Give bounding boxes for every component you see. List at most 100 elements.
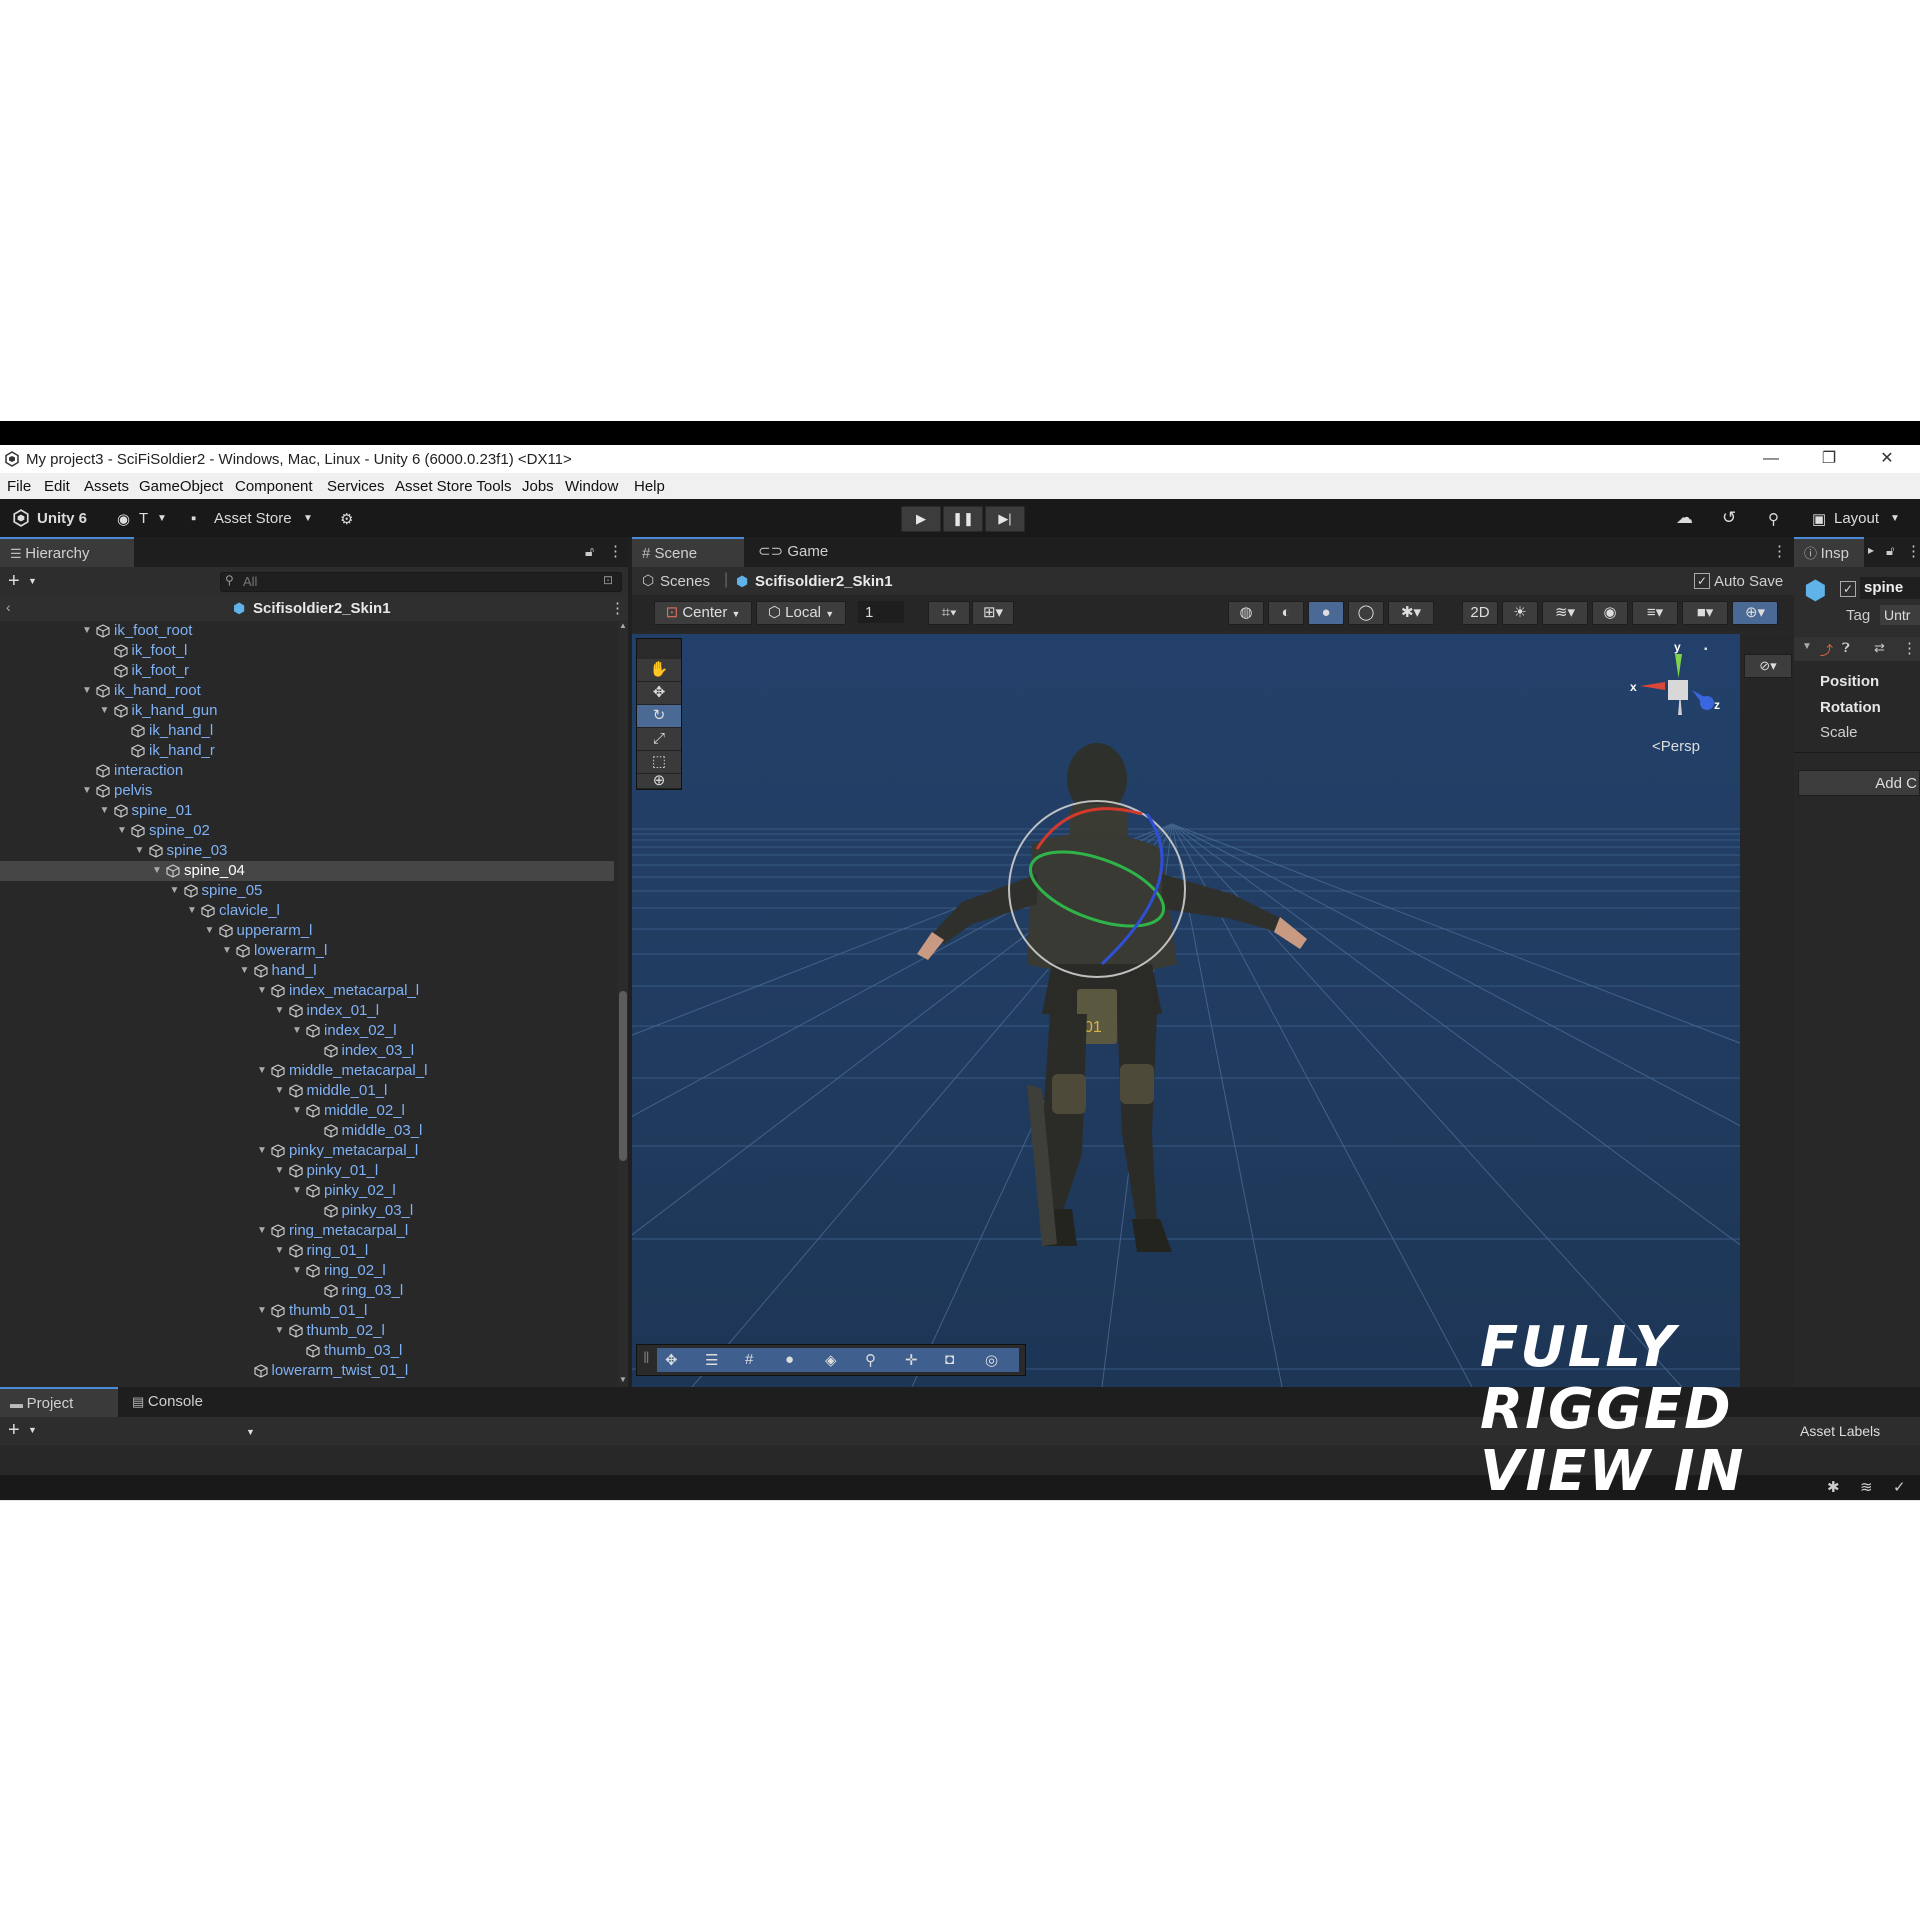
preset-icon[interactable]: ⇄ [1874, 640, 1885, 656]
hierarchy-row[interactable]: ▼ thumb_01_l [0, 1301, 614, 1321]
rect-tool-button[interactable]: ⬚ [637, 751, 681, 774]
step-button[interactable]: ▶| [985, 506, 1025, 532]
menu-component[interactable]: Component [235, 478, 313, 495]
expand-arrow-icon[interactable]: ▼ [275, 1161, 285, 1181]
restore-button[interactable]: ❐ [1806, 447, 1852, 471]
rotate-tool-button[interactable]: ↻ [637, 705, 681, 728]
hierarchy-row[interactable]: ▼ index_01_l [0, 1001, 614, 1021]
orientation-gizmo[interactable]: y x z ▪ <Persp [1622, 640, 1732, 760]
increment-snap-button[interactable]: ⊞▾ [972, 601, 1014, 625]
add-component-button[interactable]: Add C [1798, 770, 1920, 796]
lit-button[interactable]: ◯ [1348, 601, 1384, 625]
back-arrow-icon[interactable]: ‹ [6, 599, 11, 615]
camera-icon[interactable]: ◘ [945, 1351, 954, 1368]
pivot-rotation-dropdown[interactable]: ⬡ Local ▼ [756, 601, 846, 625]
hierarchy-row[interactable]: ▼ spine_02 [0, 821, 614, 841]
hierarchy-row[interactable]: ▼ pinky_01_l [0, 1161, 614, 1181]
expand-arrow-icon[interactable]: ▼ [187, 901, 197, 921]
expand-arrow-icon[interactable]: ▼ [257, 981, 267, 1001]
object-name-field[interactable]: spine [1860, 577, 1920, 599]
drag-handle-icon[interactable]: ‖ [643, 1350, 650, 1368]
menu-edit[interactable]: Edit [44, 478, 70, 495]
menu-services[interactable]: Services [327, 478, 385, 495]
hierarchy-row[interactable]: ▼ clavicle_l [0, 901, 614, 921]
more-menu-icon[interactable]: ⋮ [1772, 542, 1787, 560]
expand-arrow-icon[interactable]: ▼ [257, 1141, 267, 1161]
hierarchy-row[interactable]: ▼ ring_metacarpal_l [0, 1221, 614, 1241]
tab-inspector[interactable]: ⓘ Insp [1794, 537, 1864, 567]
grid-icon[interactable]: # [745, 1351, 753, 1368]
pivot-icon[interactable]: ✛ [905, 1351, 918, 1369]
cloud-icon[interactable]: ☁ [1676, 508, 1693, 528]
hierarchy-row[interactable]: middle_03_l [0, 1121, 614, 1141]
menu-jobs[interactable]: Jobs [522, 478, 554, 495]
sphere-icon[interactable]: ● [785, 1351, 794, 1368]
layers-button[interactable]: ≡▾ [1632, 601, 1678, 625]
debug-draw-button[interactable]: ✱▾ [1388, 601, 1434, 625]
add-icon[interactable]: + [8, 570, 20, 593]
shaded-wire-button[interactable]: ◐ [1268, 601, 1304, 625]
tab-scene[interactable]: # Scene [632, 537, 744, 567]
chevron-down-icon[interactable]: ▼ [1890, 513, 1900, 524]
more-menu-icon[interactable]: ⋮ [1906, 542, 1920, 560]
expand-arrow-icon[interactable]: ▼ [292, 1101, 302, 1121]
shaded-button[interactable]: ● [1308, 601, 1344, 625]
move-icon[interactable]: ✥ [665, 1351, 678, 1369]
scene-view-options-button[interactable]: ⊘▾ [1744, 654, 1792, 678]
hierarchy-row[interactable]: ▼ hand_l [0, 961, 614, 981]
chevron-down-icon[interactable]: ▼ [28, 1425, 37, 1435]
hierarchy-row[interactable]: pinky_03_l [0, 1201, 614, 1221]
menu-file[interactable]: File [7, 478, 31, 495]
hand-tool-button[interactable]: ✋ [637, 659, 681, 682]
hierarchy-row[interactable]: ▼ ring_02_l [0, 1261, 614, 1281]
hierarchy-row[interactable]: thumb_03_l [0, 1341, 614, 1361]
expand-arrow-icon[interactable]: ▼ [292, 1021, 302, 1041]
expand-arrow-icon[interactable]: ▼ [275, 1241, 285, 1261]
tab-console[interactable]: ▤ Console [122, 1387, 232, 1417]
breadcrumb-object[interactable]: Scifisoldier2_Skin1 [755, 573, 893, 590]
expand-arrow-icon[interactable]: ▼ [100, 701, 110, 721]
play-button[interactable]: ▶ [901, 506, 941, 532]
hierarchy-row[interactable]: ▼ pelvis [0, 781, 614, 801]
hierarchy-row[interactable]: ▼ index_02_l [0, 1021, 614, 1041]
more-menu-icon[interactable]: ⋮ [610, 599, 625, 617]
transform-tool-button[interactable]: ⊕ [637, 773, 681, 789]
chevron-down-icon[interactable]: ▼ [1802, 641, 1812, 652]
hierarchy-row[interactable]: ▼ lowerarm_l [0, 941, 614, 961]
hierarchy-row[interactable]: ▼ spine_01 [0, 801, 614, 821]
lighting-toggle-button[interactable]: ☀ [1502, 601, 1538, 625]
hierarchy-row[interactable]: index_03_l [0, 1041, 614, 1061]
layers-icon[interactable]: ◈ [825, 1351, 837, 1369]
add-icon[interactable]: + [8, 1419, 20, 1442]
unity-version-label[interactable]: Unity 6 [37, 510, 87, 527]
grid-snap-button[interactable]: ⌗▾ [928, 601, 970, 625]
lock-icon[interactable]: 🔓︎ [585, 543, 594, 560]
scroll-down-icon[interactable]: ▼ [619, 1375, 627, 1384]
hierarchy-row[interactable]: ▼ ik_hand_gun [0, 701, 614, 721]
search-icon[interactable]: ⚲ [865, 1351, 876, 1369]
hierarchy-row[interactable]: ik_hand_l [0, 721, 614, 741]
expand-arrow-icon[interactable]: ▼ [292, 1261, 302, 1281]
close-button[interactable]: ✕ [1864, 447, 1910, 471]
hierarchy-row[interactable]: ▼ ring_01_l [0, 1241, 614, 1261]
hierarchy-row[interactable]: ▼ thumb_02_l [0, 1321, 614, 1341]
pause-button[interactable]: ❚❚ [943, 506, 983, 532]
layout-button[interactable]: Layout [1834, 510, 1879, 527]
expand-arrow-icon[interactable]: ▼ [100, 801, 110, 821]
expand-arrow-icon[interactable]: ▼ [240, 961, 250, 981]
expand-arrow-icon[interactable]: ▼ [117, 821, 127, 841]
hierarchy-row[interactable]: ▼ ik_foot_root [0, 621, 614, 641]
grid-size-field[interactable]: 1 [858, 601, 904, 623]
hierarchy-row[interactable]: ▼ middle_metacarpal_l [0, 1061, 614, 1081]
hierarchy-row[interactable]: ▼ upperarm_l [0, 921, 614, 941]
expand-arrow-icon[interactable]: ▼ [257, 1061, 267, 1081]
hierarchy-row[interactable]: ik_hand_r [0, 741, 614, 761]
expand-arrow-icon[interactable]: ▼ [205, 921, 215, 941]
help-icon[interactable]: ❓︎ [1842, 640, 1850, 656]
2d-toggle-button[interactable]: 2D [1462, 601, 1498, 625]
draw-mode-button[interactable]: ◍ [1228, 601, 1264, 625]
minimize-button[interactable]: — [1748, 447, 1794, 471]
history-icon[interactable]: ↺ [1722, 508, 1736, 528]
lock-icon[interactable]: 🔓︎ [1886, 543, 1894, 559]
active-checkbox[interactable]: ✓ [1840, 581, 1856, 597]
